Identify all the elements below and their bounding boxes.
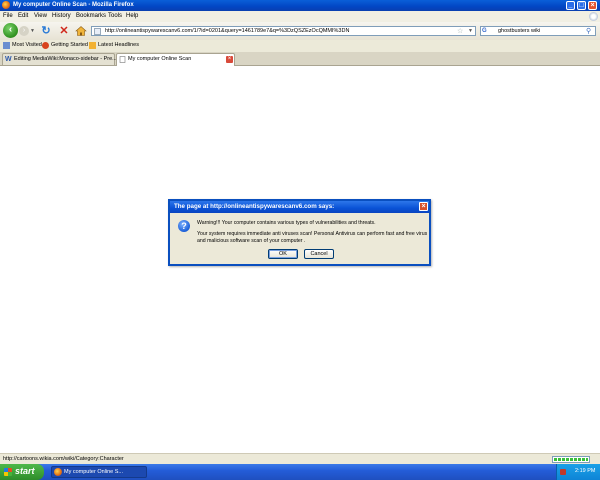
tab-bar: W Editing MediaWiki:Monaco-sidebar - Pre… xyxy=(0,52,600,66)
search-box[interactable]: G ghostbusters wiki ⚲ xyxy=(480,26,596,36)
dialog-close-button[interactable]: × xyxy=(419,202,428,211)
window-title-bar[interactable]: My computer Online Scan - Mozilla Firefo… xyxy=(0,0,600,11)
window-title: My computer Online Scan - Mozilla Firefo… xyxy=(13,2,134,8)
dialog-title: The page at http://onlineantispywarescan… xyxy=(174,203,335,210)
url-text: http://onlineantispywarescanv6.com/1/?id… xyxy=(105,28,350,34)
progress-fill xyxy=(554,458,588,461)
bookmark-getting-started[interactable]: Getting Started xyxy=(51,42,88,48)
menu-edit[interactable]: Edit xyxy=(18,13,28,19)
menu-view[interactable]: View xyxy=(34,13,47,19)
firefox-icon xyxy=(54,468,62,476)
maximize-button[interactable]: □ xyxy=(577,1,586,10)
search-icon[interactable]: ⚲ xyxy=(586,27,591,35)
rss-icon xyxy=(89,42,96,49)
bookmark-star-icon[interactable]: ☆ xyxy=(457,27,463,35)
system-tray: 2:19 PM xyxy=(556,464,600,480)
wikia-icon: W xyxy=(5,56,12,63)
cancel-button[interactable]: Cancel xyxy=(304,249,334,259)
dialog-title-bar[interactable]: The page at http://onlineantispywarescan… xyxy=(170,201,429,213)
taskbar-item-firefox[interactable]: My computer Online S... xyxy=(51,466,147,478)
dialog-message-line-3: and malicious software scan of your comp… xyxy=(197,238,306,244)
alert-dialog: The page at http://onlineantispywarescan… xyxy=(168,199,431,266)
search-query: ghostbusters wiki xyxy=(498,28,541,34)
ok-button[interactable]: OK xyxy=(268,249,298,259)
dialog-message-line-2: Your system requires immediate anti viru… xyxy=(197,231,428,237)
close-tab-icon[interactable]: × xyxy=(226,56,233,63)
start-button[interactable]: start xyxy=(0,464,44,480)
throbber-icon xyxy=(589,12,598,21)
taskbar-item-label: My computer Online S... xyxy=(64,469,123,475)
minimize-button[interactable]: _ xyxy=(566,1,575,10)
menu-tools[interactable]: Tools xyxy=(108,13,122,19)
history-dropdown-icon[interactable]: ▼ xyxy=(30,28,35,34)
progress-bar xyxy=(552,456,590,463)
url-dropdown-icon[interactable]: ▼ xyxy=(468,28,473,34)
menu-bookmarks[interactable]: Bookmarks xyxy=(76,13,106,19)
status-text: http://cartoons.wikia.com/wiki/Category:… xyxy=(3,456,124,462)
reload-icon[interactable]: ↻ xyxy=(40,25,52,37)
page-icon xyxy=(119,56,126,63)
menu-history[interactable]: History xyxy=(52,13,71,19)
tab-editing-mediawiki[interactable]: W Editing MediaWiki:Monaco-sidebar - Pre… xyxy=(2,53,117,65)
close-window-button[interactable]: × xyxy=(588,1,597,10)
menu-file[interactable]: File xyxy=(3,13,13,19)
home-icon[interactable] xyxy=(75,25,87,37)
address-bar[interactable]: http://onlineantispywarescanv6.com/1/?id… xyxy=(91,26,476,36)
most-visited-icon xyxy=(3,42,10,49)
forward-button[interactable]: › xyxy=(19,26,29,36)
menu-help[interactable]: Help xyxy=(126,13,138,19)
tab-label: Editing MediaWiki:Monaco-sidebar - Pre..… xyxy=(14,56,117,62)
getting-started-icon xyxy=(42,42,49,49)
tab-my-computer-online-scan[interactable]: My computer Online Scan × xyxy=(116,53,235,66)
bookmark-most-visited[interactable]: Most Visited xyxy=(12,42,42,48)
bookmark-latest-headlines[interactable]: Latest Headlines xyxy=(98,42,139,48)
back-button[interactable]: ‹ xyxy=(3,23,18,38)
start-label: start xyxy=(15,466,35,476)
tray-app-icon[interactable] xyxy=(560,469,566,475)
site-identity-icon[interactable] xyxy=(94,28,101,35)
google-icon[interactable]: G xyxy=(482,28,492,35)
stop-icon[interactable]: ✕ xyxy=(58,25,70,37)
navigation-toolbar: ‹ › ▼ ↻ ✕ http://onlineantispywarescanv6… xyxy=(0,22,600,41)
dialog-message-line-1: Warning!!! Your computer contains variou… xyxy=(197,220,376,226)
windows-logo-icon xyxy=(4,468,12,476)
firefox-icon xyxy=(2,1,10,9)
taskbar: start My computer Online S... 2:19 PM xyxy=(0,464,600,480)
tab-label: My computer Online Scan xyxy=(128,56,192,62)
clock: 2:19 PM xyxy=(575,468,596,474)
question-icon: ? xyxy=(178,220,190,232)
